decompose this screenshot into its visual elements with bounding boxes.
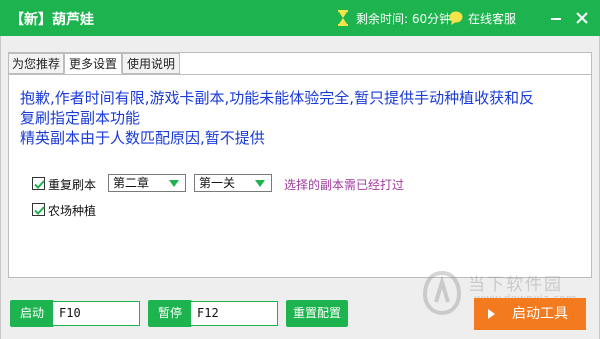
dungeon-hint: 选择的副本需已经打过	[284, 178, 405, 192]
tab-instructions[interactable]: 使用说明	[122, 53, 180, 74]
chapter-select-value: 第二章	[113, 176, 150, 190]
repeat-dungeon-label: 重复刷本	[48, 178, 97, 192]
repeat-dungeon-checkbox[interactable]	[32, 177, 45, 190]
checkmark-icon	[34, 206, 45, 215]
tab-more-settings[interactable]: 更多设置	[64, 53, 122, 74]
pause-hotkey-label: 暂停	[148, 300, 192, 327]
level-select[interactable]: 第一关	[194, 174, 272, 192]
chevron-down-icon	[255, 180, 265, 187]
online-service-link[interactable]: 在线客服	[468, 10, 516, 27]
level-select-value: 第一关	[199, 176, 236, 190]
checkmark-icon	[34, 180, 45, 189]
notice-text: 抱歉,作者时间有限,游戏卡副本,功能未能体验完全,暂只提供手动种植收获和反 复刷…	[20, 88, 580, 148]
chat-bubble-icon[interactable]	[448, 10, 464, 26]
notice-line-1: 抱歉,作者时间有限,游戏卡副本,功能未能体验完全,暂只提供手动种植收获和反	[20, 89, 535, 107]
start-tool-label: 启动工具	[512, 306, 568, 322]
notice-line-3: 精英副本由于人数匹配原因,暂不提供	[20, 129, 265, 147]
hourglass-icon	[338, 10, 348, 26]
tab-recommend[interactable]: 为您推荐	[8, 53, 64, 74]
pause-hotkey-field[interactable]: F12	[190, 301, 278, 326]
play-icon	[488, 309, 495, 319]
chevron-down-icon	[169, 180, 179, 187]
start-tool-button[interactable]: 启动工具	[474, 298, 586, 330]
start-hotkey-label: 启动	[10, 300, 54, 327]
close-icon[interactable]	[572, 8, 592, 28]
remaining-time: 剩余时间: 60分钟	[356, 12, 452, 26]
reset-config-button[interactable]: 重置配置	[286, 300, 348, 327]
farm-planting-label: 农场种植	[48, 204, 97, 218]
farm-planting-checkbox[interactable]	[32, 203, 45, 216]
start-hotkey-field[interactable]: F10	[52, 301, 140, 326]
minimize-icon[interactable]	[546, 8, 566, 28]
title-bar: 【新】葫芦娃 剩余时间: 60分钟 在线客服	[0, 0, 600, 36]
app-title: 【新】葫芦娃	[10, 12, 94, 28]
chapter-select[interactable]: 第二章	[108, 174, 186, 192]
notice-line-2: 复刷指定副本功能	[20, 109, 141, 127]
